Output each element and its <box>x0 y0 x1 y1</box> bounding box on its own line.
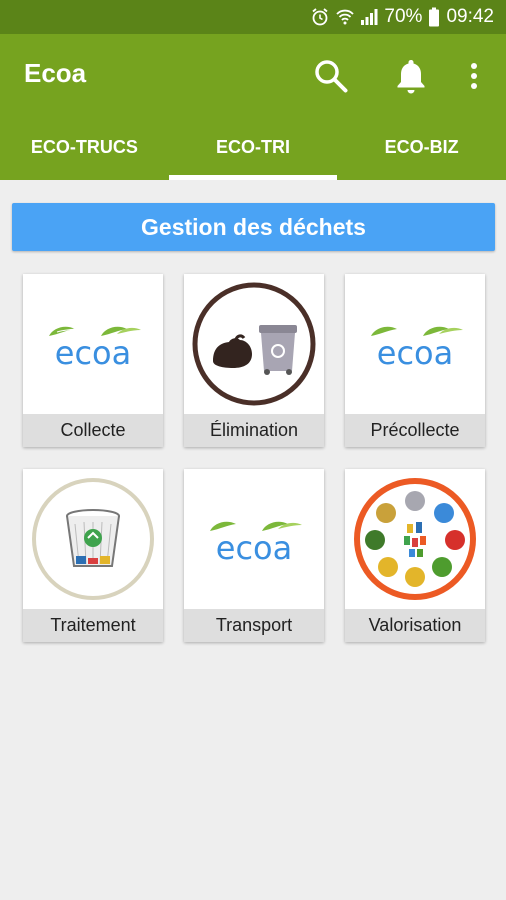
recycle-wastebasket-image <box>23 469 163 609</box>
notifications-bell-icon[interactable] <box>389 54 433 98</box>
battery-icon <box>428 7 440 27</box>
tab-eco-biz[interactable]: ECO-BIZ <box>337 118 506 180</box>
card-label: Élimination <box>184 414 324 447</box>
card-label: Collecte <box>23 414 163 447</box>
ecoa-logo-image: ecoa <box>345 274 485 414</box>
card-label: Transport <box>184 609 324 642</box>
app-title: Ecoa <box>24 58 87 88</box>
card-valorisation[interactable]: Valorisation <box>345 469 485 642</box>
battery-percent: 70% <box>384 6 423 27</box>
signal-icon <box>360 8 378 26</box>
card-label: Précollecte <box>345 414 485 447</box>
recycling-cycle-circle-image <box>345 469 485 609</box>
ecoa-logo-image: ecoa <box>23 274 163 414</box>
card-transport[interactable]: ecoa Transport <box>184 469 324 642</box>
clock: 09:42 <box>446 6 494 27</box>
app-bar: Ecoa <box>0 34 506 118</box>
card-precollecte[interactable]: ecoa Précollecte <box>345 274 485 447</box>
card-label: Valorisation <box>345 609 485 642</box>
alarm-icon <box>310 7 330 27</box>
logo-text: ecoa <box>216 529 292 567</box>
wifi-icon <box>336 8 355 26</box>
tab-eco-trucs[interactable]: ECO-TRUCS <box>0 118 169 180</box>
card-collecte[interactable]: ecoa Collecte <box>23 274 163 447</box>
status-bar: 70% 09:42 <box>0 0 506 34</box>
trash-bag-and-bin-image <box>184 274 324 414</box>
card-label: Traitement <box>23 609 163 642</box>
search-icon[interactable] <box>309 54 353 98</box>
tab-eco-tri[interactable]: ECO-TRI <box>168 118 338 180</box>
logo-text: ecoa <box>377 334 453 372</box>
overflow-menu-icon[interactable] <box>454 54 494 98</box>
logo-text: ecoa <box>55 334 131 372</box>
tab-bar: ECO-TRUCS ECO-TRI ECO-BIZ <box>0 118 506 180</box>
card-elimination[interactable]: Élimination <box>184 274 324 447</box>
ecoa-logo-image: ecoa <box>184 469 324 609</box>
card-traitement[interactable]: Traitement <box>23 469 163 642</box>
section-header: Gestion des déchets <box>12 203 495 251</box>
